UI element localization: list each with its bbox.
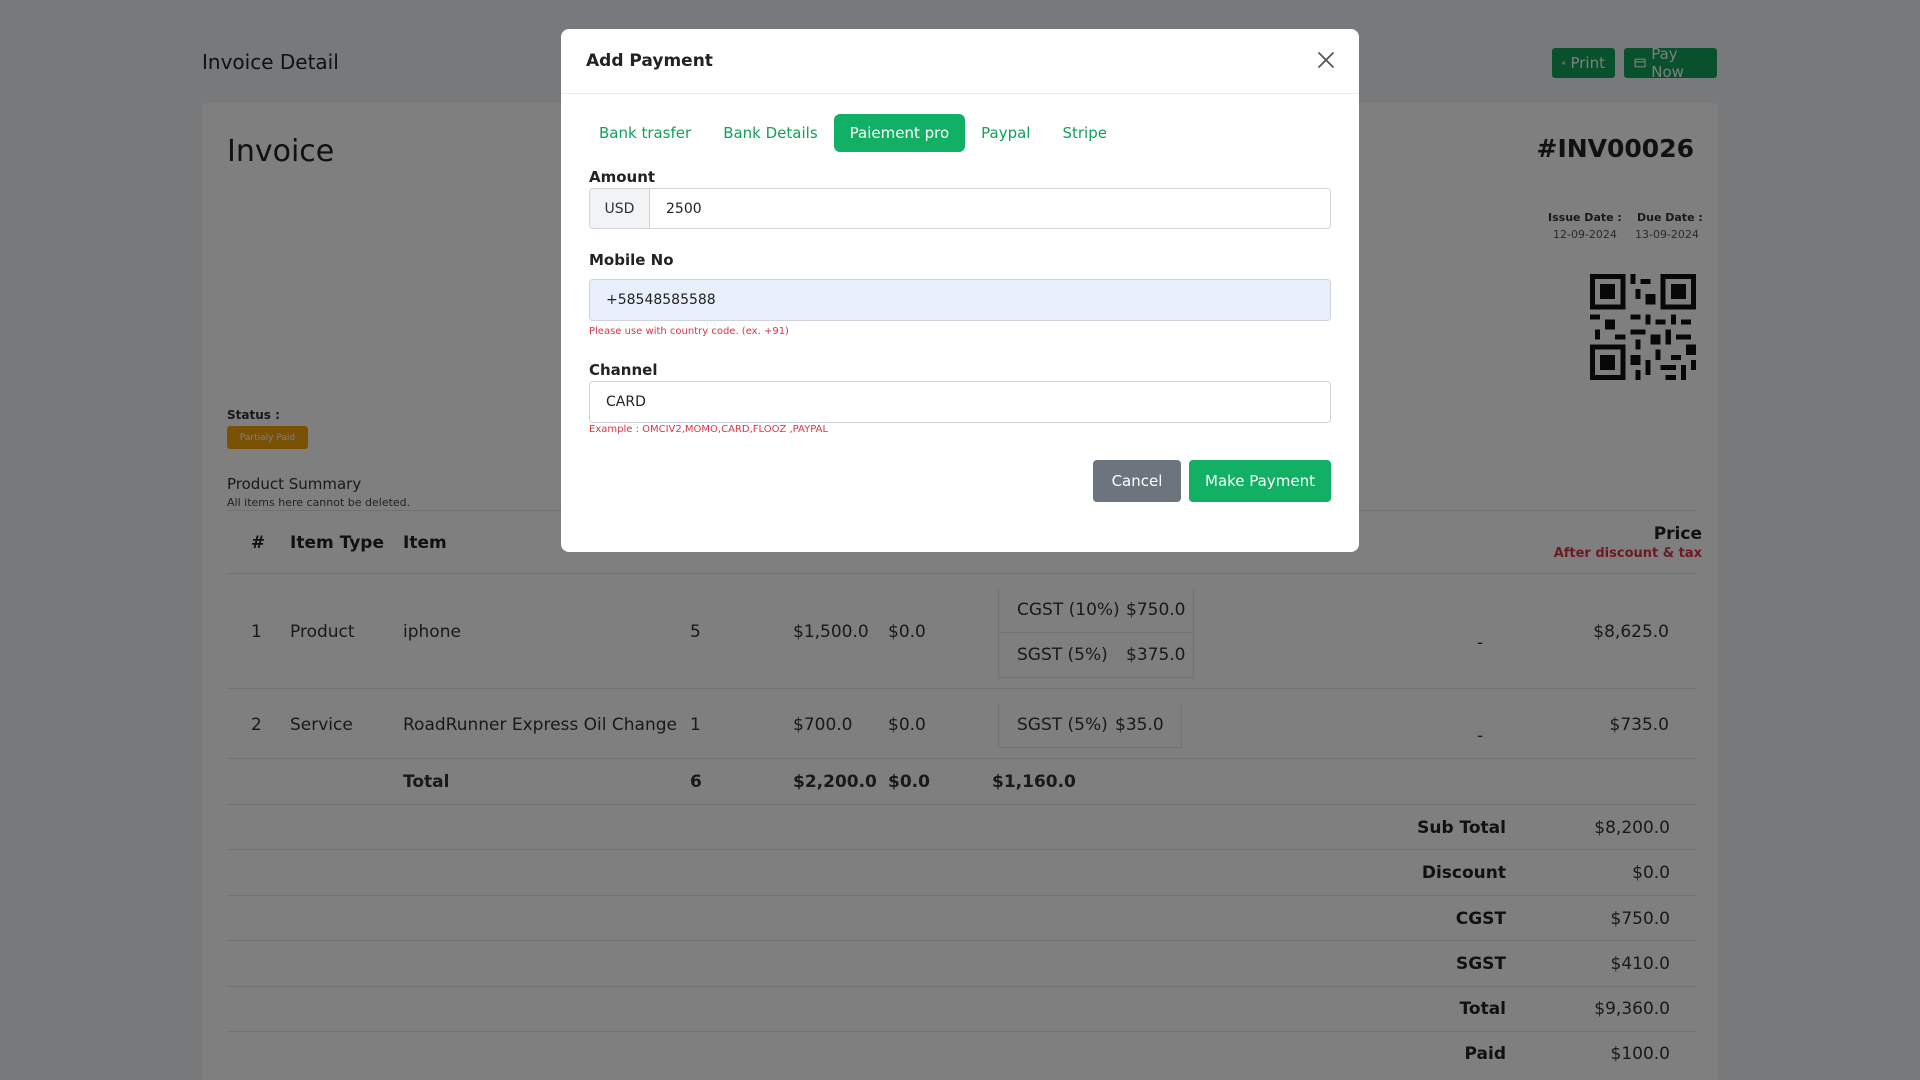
tab-paypal[interactable]: Paypal: [965, 114, 1046, 152]
amount-input[interactable]: [650, 189, 1330, 228]
modal-header: Add Payment: [561, 29, 1359, 94]
channel-label: Channel: [589, 361, 658, 379]
tab-stripe[interactable]: Stripe: [1046, 114, 1123, 152]
mobile-input[interactable]: [589, 279, 1331, 321]
modal-title: Add Payment: [586, 51, 713, 71]
currency-prefix: USD: [590, 189, 650, 228]
mobile-hint: Please use with country code. (ex. +91): [589, 326, 789, 337]
tab-bank-details[interactable]: Bank Details: [707, 114, 833, 152]
add-payment-modal: Add Payment Bank trasfer Bank Details Pa…: [561, 29, 1359, 552]
channel-hint: Example : OMCIV2,MOMO,CARD,FLOOZ ,PAYPAL: [589, 424, 829, 435]
cancel-button[interactable]: Cancel: [1093, 460, 1181, 502]
mobile-label: Mobile No: [589, 251, 674, 269]
tab-bank-transfer[interactable]: Bank trasfer: [583, 114, 707, 152]
payment-method-tabs: Bank trasfer Bank Details Paiement pro P…: [583, 114, 1123, 152]
amount-label: Amount: [589, 168, 656, 186]
channel-input[interactable]: [589, 381, 1331, 423]
close-icon[interactable]: [1315, 49, 1337, 71]
make-payment-button[interactable]: Make Payment: [1189, 460, 1331, 502]
tab-paiement-pro[interactable]: Paiement pro: [833, 114, 966, 152]
amount-input-group: USD: [589, 188, 1331, 229]
